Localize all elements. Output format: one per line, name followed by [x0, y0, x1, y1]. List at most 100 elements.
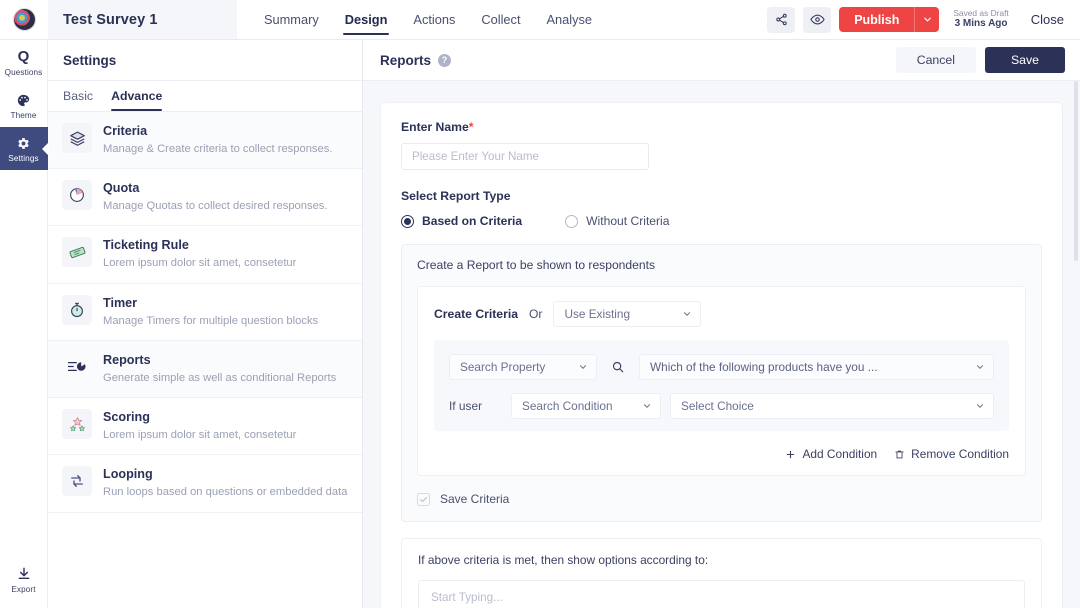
select-report-type-label: Select Report Type [401, 189, 511, 203]
menu-item-criteria[interactable]: Criteria Manage & Create criteria to col… [48, 112, 362, 170]
menu-item-ticketing-rule-text: Ticketing Rule Lorem ipsum dolor sit ame… [103, 237, 296, 271]
options-typing-box[interactable]: Start Typing... [418, 580, 1025, 608]
criteria-inner-panel: Create Criteria Or Use Existing Search P… [417, 286, 1026, 476]
stopwatch-icon [62, 294, 92, 325]
menu-item-criteria-desc: Manage & Create criteria to collect resp… [103, 143, 333, 155]
settings-panel-title: Settings [63, 52, 117, 68]
tab-analyse-label: Analyse [546, 12, 593, 27]
ticket-icon [62, 237, 92, 268]
cancel-label: Cancel [916, 53, 955, 67]
tab-actions[interactable]: Actions [400, 0, 468, 39]
publish-dropdown-button[interactable] [914, 7, 940, 32]
save-criteria-row[interactable]: Save Criteria [417, 492, 1026, 506]
radio-based-on-criteria-label: Based on Criteria [422, 214, 523, 228]
menu-item-timer-title: Timer [103, 295, 138, 310]
menu-item-reports-text: Reports Generate simple as well as condi… [103, 352, 336, 386]
check-icon [419, 496, 428, 502]
menu-item-timer-text: Timer Manage Timers for multiple questio… [103, 295, 318, 329]
chevron-down-icon [965, 362, 985, 372]
use-existing-select[interactable]: Use Existing [553, 301, 702, 327]
name-input[interactable]: Please Enter Your Name [401, 143, 649, 170]
menu-item-criteria-title: Criteria [103, 124, 148, 138]
page-title: Reports [380, 52, 432, 68]
menu-item-reports[interactable]: Reports Generate simple as well as condi… [48, 340, 362, 399]
help-circle-icon[interactable]: ? [438, 53, 452, 67]
chevron-down-icon [965, 401, 985, 411]
search-property-select[interactable]: Search Property [449, 354, 597, 380]
menu-item-looping[interactable]: Looping Run loops based on questions or … [48, 455, 362, 513]
trash-icon [895, 450, 904, 458]
search-condition-select[interactable]: Search Condition [511, 393, 661, 419]
rail-item-export[interactable]: Export [0, 557, 48, 608]
tab-advance-label: Advance [111, 89, 163, 103]
survey-title-container[interactable]: Test Survey 1 [48, 0, 237, 39]
radio-without-criteria[interactable]: Without Criteria [565, 214, 669, 228]
rail-item-theme[interactable]: Theme [0, 84, 48, 127]
select-choice-value: Select Choice [681, 399, 754, 413]
menu-item-timer[interactable]: Timer Manage Timers for multiple questio… [48, 284, 362, 341]
tab-collect[interactable]: Collect [468, 0, 533, 39]
main-scroll-area[interactable]: Enter Name* Please Enter Your Name Selec… [363, 81, 1080, 608]
left-rail: Q Questions Theme Settings Export [0, 40, 48, 608]
preview-button[interactable] [803, 6, 832, 33]
search-button[interactable] [606, 355, 630, 379]
menu-item-ticketing-rule-desc: Lorem ipsum dolor sit amet, consetetur [103, 257, 297, 270]
radio-based-on-criteria-input[interactable] [401, 214, 414, 228]
app-root: Test Survey 1 Summary Design Actions Col… [0, 0, 1080, 608]
radio-without-criteria-input[interactable] [565, 214, 579, 228]
select-choice-select[interactable]: Select Choice [670, 393, 994, 419]
menu-item-ticketing-rule[interactable]: Ticketing Rule Lorem ipsum dolor sit ame… [48, 226, 362, 284]
app-logo-icon [12, 8, 36, 31]
share-button[interactable] [767, 6, 796, 33]
menu-item-looping-desc: Run loops based on questions or embedded… [103, 486, 348, 499]
stars-icon [62, 409, 92, 440]
tab-basic-label: Basic [63, 89, 94, 103]
tab-basic[interactable]: Basic [63, 81, 111, 111]
menu-item-scoring-desc: Lorem ipsum dolor sit amet, consetetur [103, 429, 297, 442]
question-select[interactable]: Which of the following products have you… [639, 354, 994, 380]
question-value: Which of the following products have you… [650, 360, 878, 374]
report-form-card: Enter Name* Please Enter Your Name Selec… [381, 103, 1062, 608]
close-button[interactable]: Close [1017, 12, 1080, 27]
tab-analyse[interactable]: Analyse [534, 0, 606, 39]
publish-button[interactable]: Publish [839, 7, 915, 32]
rail-item-questions[interactable]: Q Questions [0, 40, 48, 84]
options-panel-label: If above criteria is met, then show opti… [418, 553, 709, 567]
chevron-down-icon [672, 309, 692, 319]
criteria-outer-panel: Create a Report to be shown to responden… [401, 244, 1042, 522]
rail-item-questions-label: Questions [4, 68, 43, 77]
main-scrollbar[interactable] [1074, 81, 1078, 261]
pie-chart-icon [62, 180, 92, 211]
top-bar-actions: Publish Saved as Draft 3 Mins Ago Close [767, 0, 1080, 39]
radio-based-on-criteria[interactable]: Based on Criteria [401, 214, 522, 228]
app-logo-cell[interactable] [0, 0, 48, 39]
remove-condition-button[interactable]: Remove Condition [894, 447, 1009, 461]
save-criteria-checkbox[interactable] [417, 492, 430, 506]
condition-actions: Add Condition Remove Condition [434, 447, 1009, 461]
search-icon [612, 361, 624, 373]
layers-icon [62, 123, 92, 153]
settings-panel-header: Settings [48, 40, 362, 81]
tab-advance[interactable]: Advance [111, 81, 180, 111]
save-criteria-label: Save Criteria [440, 492, 510, 506]
main-header: Reports ? Cancel Save [363, 40, 1080, 81]
menu-item-scoring[interactable]: Scoring Lorem ipsum dolor sit amet, cons… [48, 398, 362, 456]
rail-item-export-label: Export [11, 585, 36, 594]
rail-item-settings[interactable]: Settings [0, 127, 48, 170]
settings-panel: Settings Basic Advance Criteria Manage &… [48, 40, 363, 608]
search-property-value: Search Property [460, 360, 546, 374]
menu-item-scoring-title: Scoring [103, 410, 150, 425]
gear-icon [18, 138, 29, 149]
create-criteria-row: Create Criteria Or Use Existing [434, 301, 1009, 327]
add-condition-button[interactable]: Add Condition [785, 447, 877, 461]
save-button[interactable]: Save [984, 47, 1065, 73]
loop-arrows-icon [62, 466, 92, 497]
tab-design[interactable]: Design [332, 0, 401, 39]
menu-item-quota[interactable]: Quota Manage Quotas to collect desired r… [48, 169, 362, 227]
criteria-panel-heading: Create a Report to be shown to responden… [417, 258, 655, 272]
cancel-button[interactable]: Cancel [895, 47, 976, 73]
options-typing-placeholder: Start Typing... [431, 591, 503, 604]
publish-label: Publish [854, 12, 900, 27]
tab-summary[interactable]: Summary [251, 0, 332, 39]
enter-name-label-text: Enter Name [401, 120, 469, 134]
